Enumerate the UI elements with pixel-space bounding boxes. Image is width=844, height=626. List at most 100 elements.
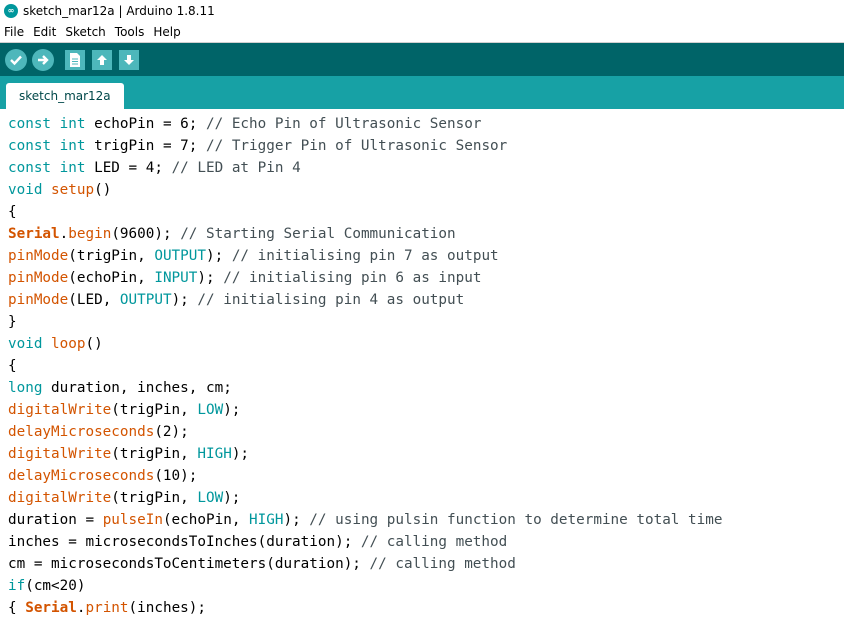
code-line: long duration, inches, cm; (8, 377, 232, 399)
code-token: ); (223, 490, 241, 506)
upload-button[interactable] (32, 48, 54, 71)
code-line: const int trigPin = 7; // Trigger Pin of… (8, 135, 507, 157)
code-token: digitalWrite (8, 490, 112, 506)
code-token: (LED, (68, 292, 120, 308)
code-token: LED = 4; (85, 160, 172, 176)
code-token: void (8, 182, 43, 198)
code-token: duration, inches, cm; (42, 380, 232, 396)
code-token: (trigPin, (68, 248, 155, 264)
code-token: const (8, 116, 52, 132)
code-token: long (8, 380, 43, 396)
new-icon (70, 52, 80, 67)
code-token: // initialising pin 7 as output (231, 248, 499, 264)
code-line: digitalWrite(trigPin, LOW); (8, 487, 240, 509)
code-token: // LED at Pin 4 (171, 160, 301, 176)
code-token: duration = (8, 512, 103, 528)
menu-edit[interactable]: Edit (29, 25, 61, 39)
code-token: begin (68, 226, 112, 242)
code-token: const (8, 160, 52, 176)
code-token: pinMode (8, 292, 69, 308)
code-token: ); (283, 512, 310, 528)
menu-file[interactable]: File (0, 25, 29, 39)
code-token: INPUT (154, 270, 198, 286)
menu-tools[interactable]: Tools (111, 25, 150, 39)
code-token: (echoPin, (68, 270, 155, 286)
code-editor[interactable]: const int echoPin = 6; // Echo Pin of Ul… (0, 109, 844, 626)
code-token: pinMode (8, 270, 69, 286)
code-token: delayMicroseconds (8, 424, 155, 440)
code-line: void setup() (8, 179, 111, 201)
code-token: (10); (154, 468, 198, 484)
save-icon (124, 54, 134, 65)
code-line: void loop() (8, 333, 103, 355)
code-line: if(cm<20) (8, 575, 85, 597)
code-token: (echoPin, (162, 512, 250, 528)
code-token: // calling method (360, 534, 508, 550)
code-token: (inches); (128, 600, 206, 616)
code-token: if (8, 578, 26, 594)
code-token: . (59, 226, 69, 242)
code-token: digitalWrite (8, 446, 112, 462)
code-token: LOW (197, 490, 224, 506)
code-token: (trigPin, (111, 490, 198, 506)
code-token: echoPin = 6; (85, 116, 206, 132)
code-token: () (94, 182, 112, 198)
code-line: } (8, 311, 17, 333)
code-line: Serial.begin(9600); // Starting Serial C… (8, 223, 456, 245)
new-button[interactable] (65, 49, 85, 70)
code-line: digitalWrite(trigPin, LOW); (8, 399, 240, 421)
code-token: digitalWrite (8, 402, 112, 418)
code-token: trigPin = 7; (85, 138, 206, 154)
code-token: ); (223, 402, 241, 418)
code-token: HIGH (197, 446, 232, 462)
tab-bar: sketch_mar12a (0, 76, 844, 109)
code-line: { (8, 201, 17, 223)
code-token: loop (51, 336, 86, 352)
code-token: void (8, 336, 43, 352)
code-token: // initialising pin 4 as output (197, 292, 465, 308)
tab-sketch[interactable]: sketch_mar12a (6, 83, 124, 109)
code-token: // calling method (369, 556, 516, 572)
code-token: int (59, 116, 86, 132)
code-token: const (8, 138, 52, 154)
code-token: cm = microsecondsToCentimeters(duration)… (8, 556, 370, 572)
toolbar (0, 43, 844, 76)
title-bar: ∞ sketch_mar12a | Arduino 1.8.11 (0, 0, 844, 22)
code-token: OUTPUT (119, 292, 172, 308)
code-token: ); (231, 446, 250, 462)
code-token: Serial (8, 226, 60, 242)
window-title: sketch_mar12a | Arduino 1.8.11 (23, 4, 215, 18)
code-token: ); (206, 248, 232, 264)
menu-sketch[interactable]: Sketch (61, 25, 110, 39)
open-button[interactable] (92, 49, 112, 70)
code-token: // using pulsin function to determine to… (309, 512, 723, 528)
code-token: { (8, 358, 17, 374)
open-icon (97, 54, 107, 65)
save-button[interactable] (119, 49, 139, 70)
code-token: } (8, 314, 17, 330)
code-token: delayMicroseconds (8, 468, 155, 484)
code-line: pinMode(trigPin, OUTPUT); // initialisin… (8, 245, 499, 267)
menu-help[interactable]: Help (149, 25, 185, 39)
code-token: (trigPin, (111, 402, 198, 418)
code-token: { (8, 204, 17, 220)
upload-icon (38, 54, 49, 65)
code-token: // Echo Pin of Ultrasonic Sensor (206, 116, 482, 132)
code-line: inches = microsecondsToInches(duration);… (8, 531, 507, 553)
code-token: OUTPUT (154, 248, 206, 264)
code-token: // initialising pin 6 as input (223, 270, 482, 286)
code-line: { Serial.print(inches); (8, 597, 206, 619)
code-line: duration = pulseIn(echoPin, HIGH); // us… (8, 509, 722, 531)
verify-button[interactable] (5, 48, 27, 71)
code-token: inches = microsecondsToInches(duration); (8, 534, 361, 550)
code-token: HIGH (249, 512, 284, 528)
code-token: int (59, 138, 86, 154)
code-token: (cm<20) (25, 578, 86, 594)
code-token: pulseIn (102, 512, 163, 528)
code-token: () (85, 336, 103, 352)
